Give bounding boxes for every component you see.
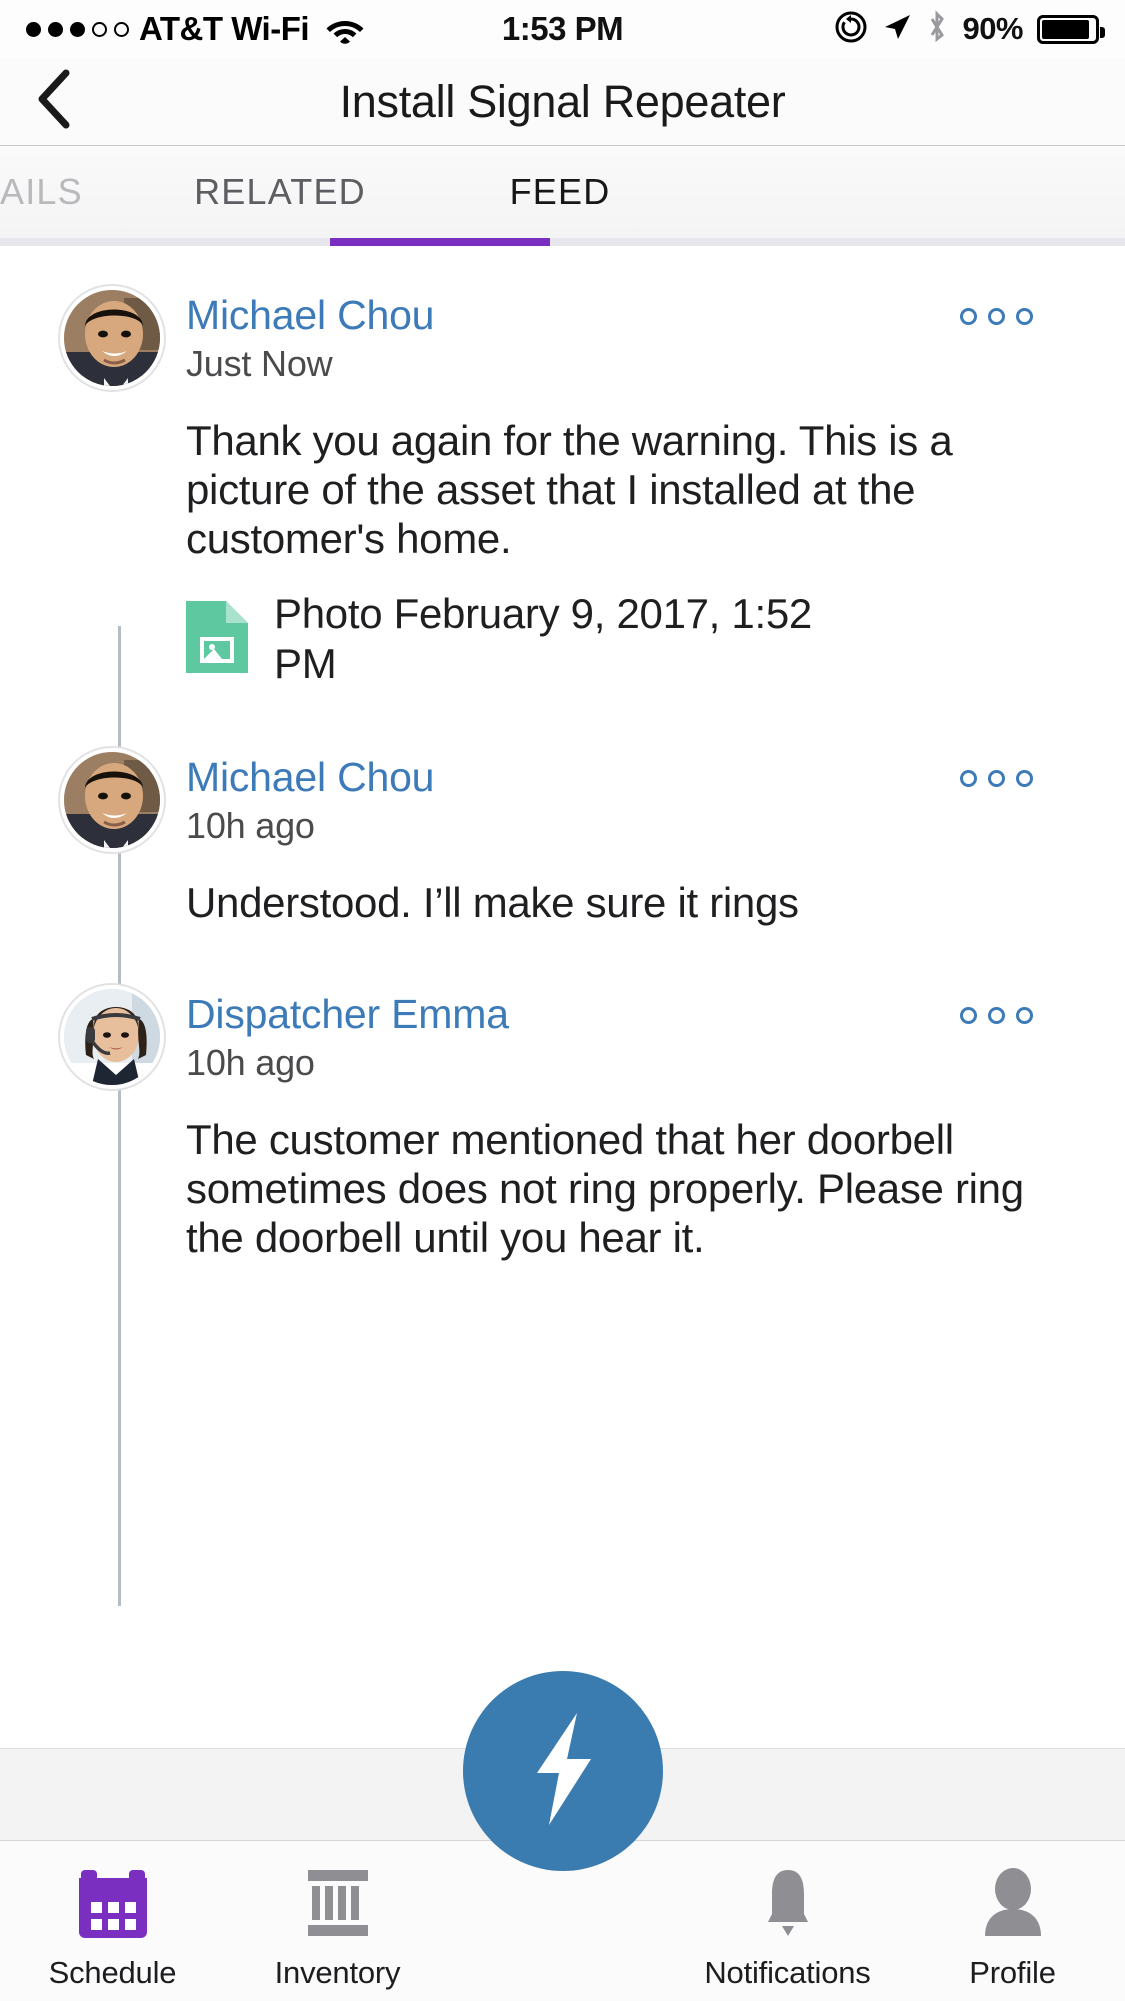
feed-post: Michael Chou 10h ago Understood. I’ll ma… — [0, 747, 1125, 927]
post-body: Understood. I’ll make sure it rings — [186, 878, 799, 926]
overflow-menu-icon[interactable] — [960, 769, 1033, 787]
signal-strength-dots — [26, 21, 129, 37]
signal-dot-2 — [48, 21, 63, 37]
tab-inventory[interactable]: Inventory — [225, 1863, 450, 1991]
signal-dot-4 — [92, 21, 107, 37]
overflow-menu-icon[interactable] — [960, 1006, 1033, 1024]
tab-details[interactable]: AILS — [0, 146, 140, 238]
status-bar-left: AT&T Wi-Fi — [26, 10, 365, 48]
back-button[interactable] — [0, 58, 110, 146]
tab-notifications[interactable]: Notifications — [675, 1863, 900, 1991]
lightning-bolt-icon — [515, 1709, 611, 1834]
avatar[interactable] — [60, 286, 164, 390]
post-timestamp: Just Now — [186, 343, 333, 384]
post-header: Michael Chou Just Now — [60, 286, 1125, 390]
post-body: Thank you again for the warning. This is… — [186, 417, 953, 563]
rotation-lock-icon — [834, 10, 868, 49]
post-body: The customer mentioned that her doorbell… — [186, 1115, 1024, 1261]
feed-post: Michael Chou Just Now Thank you again fo… — [0, 286, 1125, 688]
post-header: Michael Chou 10h ago — [60, 747, 1125, 852]
bell-icon — [750, 1863, 826, 1943]
page-title: Install Signal Repeater — [339, 75, 786, 127]
tab-label: Inventory — [274, 1955, 401, 1990]
post-header: Dispatcher Emma 10h ago — [60, 984, 1125, 1089]
battery-fill — [1042, 19, 1089, 39]
navigation-bar: Install Signal Repeater — [0, 58, 1125, 146]
tab-related[interactable]: RELATED — [140, 146, 420, 238]
tab-label: Notifications — [704, 1955, 871, 1990]
feed-list: Michael Chou Just Now Thank you again fo… — [0, 246, 1125, 1606]
post-author[interactable]: Michael Chou — [186, 754, 434, 801]
wifi-icon — [325, 13, 365, 45]
image-file-icon — [186, 601, 248, 678]
quick-action-fab[interactable] — [462, 1671, 663, 1871]
post-attachment[interactable]: Photo February 9, 2017, 1:52 PM — [164, 589, 1125, 687]
signal-dot-1 — [26, 21, 41, 37]
tab-profile[interactable]: Profile — [900, 1863, 1125, 1991]
post-author-block: Michael Chou Just Now — [186, 286, 1125, 385]
tab-feed[interactable]: FEED — [420, 146, 700, 238]
post-author[interactable]: Michael Chou — [186, 292, 434, 339]
status-bar: AT&T Wi-Fi 1:53 PM 90% — [0, 0, 1125, 58]
avatar[interactable] — [60, 747, 164, 852]
feed-post: Dispatcher Emma 10h ago The customer men… — [0, 984, 1125, 1262]
calendar-icon — [75, 1863, 151, 1943]
battery-icon — [1037, 14, 1105, 44]
battery-percent-label: 90% — [962, 11, 1023, 46]
tab-label: Schedule — [48, 1955, 177, 1990]
status-bar-right: 90% — [834, 9, 1105, 49]
carrier-label: AT&T Wi-Fi — [139, 10, 310, 47]
post-author[interactable]: Dispatcher Emma — [186, 991, 509, 1038]
tab-strip: AILS RELATED FEED — [0, 146, 1125, 246]
post-author-block: Michael Chou 10h ago — [186, 748, 1125, 847]
location-arrow-icon — [882, 12, 912, 47]
bluetooth-icon — [926, 9, 948, 49]
chevron-left-icon — [35, 68, 75, 135]
avatar[interactable] — [60, 984, 164, 1089]
person-icon — [975, 1863, 1051, 1943]
overflow-menu-icon[interactable] — [960, 308, 1033, 325]
tab-label: Profile — [969, 1955, 1056, 1990]
tab-schedule[interactable]: Schedule — [0, 1863, 225, 1991]
inventory-icon — [300, 1863, 376, 1943]
attachment-label: Photo February 9, 2017, 1:52 PM — [274, 590, 812, 687]
post-timestamp: 10h ago — [186, 804, 315, 846]
post-author-block: Dispatcher Emma 10h ago — [186, 985, 1125, 1084]
signal-dot-5 — [114, 21, 129, 37]
signal-dot-3 — [70, 21, 85, 37]
post-timestamp: 10h ago — [186, 1041, 315, 1083]
active-tab-indicator — [330, 238, 550, 246]
